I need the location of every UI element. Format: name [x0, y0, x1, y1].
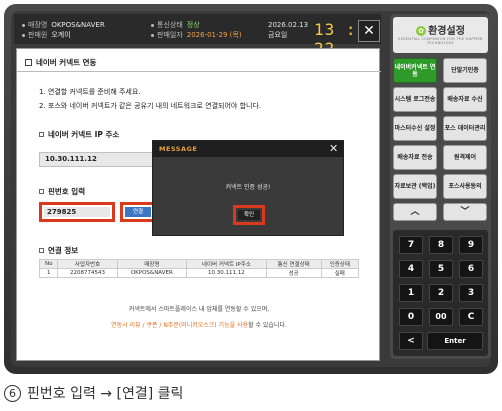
- instruction-step-1: 1. 연결할 커넥트를 준비해 주세요.: [39, 88, 141, 96]
- menu-pos-consent[interactable]: 포스사용동의: [443, 174, 487, 199]
- col-ip: 네이버 커넥트 IP주소: [186, 259, 267, 269]
- table-header-row: No 사업자번호 매장명 네이버 커넥트 IP주소 통신 연결상태 인증상태: [38, 259, 360, 269]
- bullet-square-icon: [39, 248, 44, 253]
- date-text: 2026.02.13: [268, 21, 309, 29]
- ok-button[interactable]: 확인: [238, 210, 260, 220]
- numeric-keypad: 7 8 9 4 5 6 1 2 3 0 00 C < Enter: [393, 230, 488, 356]
- page-header: 네이버 커넥트 연동: [25, 57, 96, 68]
- status-info: 통신상태 정상 판매일자 2026-01-29 (목): [151, 20, 242, 40]
- connect-button[interactable]: 연결: [125, 207, 151, 217]
- key-clear[interactable]: C: [459, 308, 483, 326]
- step-number: 6: [4, 384, 21, 402]
- col-auth-status: 인증상태: [320, 259, 360, 269]
- page-title: 네이버 커넥트 연동: [36, 58, 97, 67]
- footer-note-2: 연동시 리뷰 / 쿠폰 / N주문(미니키오스크) 기능을 사용할 수 있습니다…: [17, 320, 381, 329]
- comm-status-label: 통신상태: [157, 21, 183, 29]
- key-8[interactable]: 8: [429, 236, 453, 254]
- pin-input[interactable]: 279825: [44, 207, 110, 217]
- col-comm-status: 통신 연결상태: [265, 259, 322, 269]
- top-status-bar: 매장명 OKPOS&NAVER 판매원 오계이 통신상태 정상 판매일자 2026-01…: [14, 14, 381, 58]
- menu-naver-connect[interactable]: 네이버커넥트 연동: [393, 58, 437, 83]
- cell-biz-no: 2208774543: [57, 268, 118, 278]
- pin-highlight-box: 279825: [39, 202, 115, 222]
- owner-label: 판매원: [28, 31, 48, 39]
- col-store-name: 매장명: [116, 259, 188, 269]
- col-biz-no: 사업자번호: [57, 259, 118, 269]
- key-6[interactable]: 6: [459, 260, 483, 278]
- key-7[interactable]: 7: [399, 236, 423, 254]
- ip-section-title: 네이버 커넥트 IP 주소: [39, 129, 119, 140]
- footer-highlight: 연동시 리뷰 / 쿠폰 / N주문(미니키오스크) 기능을 사용: [111, 322, 249, 329]
- dialog-close-icon[interactable]: ✕: [329, 142, 338, 155]
- footer-rest: 할 수 있습니다.: [248, 322, 287, 329]
- current-date: 2026.02.13 금요일: [268, 20, 308, 40]
- menu-backup[interactable]: 자료보관 (백업): [393, 174, 437, 199]
- weekday-text: 금요일: [268, 31, 288, 39]
- cell-ip: 10.30.111.12: [186, 268, 267, 278]
- cell-no: 1: [38, 268, 59, 278]
- open-date-label: 판매일자: [157, 31, 183, 39]
- close-button[interactable]: ✕: [358, 20, 380, 42]
- settings-subtitle: ESSENTIAL COMPANION FOR THE HAPPIER TECH…: [398, 37, 483, 45]
- step-caption: 6 핀번호 입력 → [연결] 클릭: [4, 383, 183, 403]
- key-0[interactable]: 0: [399, 308, 423, 326]
- key-00[interactable]: 00: [429, 308, 453, 326]
- menu-pos-data[interactable]: 포스 데이터관리: [443, 116, 487, 141]
- message-dialog: MESSAGE ✕ 커넥트 인증 성공! 확인: [152, 140, 344, 236]
- settings-title-text: 환경설정: [428, 26, 465, 37]
- conn-info-label: 연결 정보: [48, 246, 79, 255]
- store-label: 매장명: [28, 21, 48, 29]
- ip-address-field[interactable]: 10.30.111.12: [39, 152, 157, 167]
- store-value: OKPOS&NAVER: [51, 21, 105, 29]
- dialog-message: 커넥트 인증 성공!: [225, 184, 271, 191]
- bullet-square-icon: [39, 132, 44, 137]
- scroll-up-button[interactable]: ︿: [393, 203, 437, 221]
- cell-store-name: OKPOS&NAVER: [116, 268, 188, 278]
- key-9[interactable]: 9: [459, 236, 483, 254]
- menu-system-log[interactable]: 시스템 로그전송: [393, 87, 437, 112]
- ip-section-label: 네이버 커넥트 IP 주소: [48, 130, 120, 139]
- table-row[interactable]: 1 2208774543 OKPOS&NAVER 10.30.111.12 성공…: [38, 268, 360, 278]
- dialog-header: MESSAGE ✕: [153, 141, 343, 157]
- instruction-step-2: 2. 포스와 네이버 커넥트가 같은 공유기 내의 네트워크로 연결되어야 합니…: [39, 102, 262, 110]
- connect-highlight-box: 연결: [120, 202, 156, 222]
- connection-info-table: No 사업자번호 매장명 네이버 커넥트 IP주소 통신 연결상태 인증상태 1…: [38, 259, 360, 278]
- gear-icon: ✿: [416, 26, 427, 36]
- header-divider: [17, 71, 381, 72]
- footer-note-1: 커넥트에서 스마트플레이스 내 업체를 연동할 수 있으며,: [128, 306, 270, 313]
- settings-panel: ✿ 환경설정 ESSENTIAL COMPANION FOR THE HAPPIE…: [390, 14, 491, 359]
- dialog-title: MESSAGE: [159, 145, 198, 153]
- key-4[interactable]: 4: [399, 260, 423, 278]
- cell-comm-status: 성공: [265, 268, 322, 278]
- key-backspace[interactable]: <: [399, 332, 423, 350]
- menu-master-settings[interactable]: 마스터수신 설정: [393, 116, 437, 141]
- key-1[interactable]: 1: [399, 284, 423, 302]
- store-info: 매장명 OKPOS&NAVER 판매원 오계이: [22, 20, 105, 40]
- menu-delivery-send[interactable]: 배송자료 전송: [393, 145, 437, 170]
- menu-remote-control[interactable]: 원격제어: [443, 145, 487, 170]
- pin-section-title: 핀번호 입력: [39, 186, 85, 197]
- section-square-icon: [25, 59, 32, 66]
- col-no: No: [38, 259, 59, 269]
- step-caption-text: 핀번호 입력 → [연결] 클릭: [27, 386, 184, 402]
- settings-logo: ✿ 환경설정 ESSENTIAL COMPANION FOR THE HAPPIE…: [393, 17, 488, 53]
- bullet-square-icon: [39, 189, 44, 194]
- settings-title: ✿ 환경설정: [393, 22, 488, 37]
- scroll-down-button[interactable]: ﹀: [443, 203, 487, 221]
- owner-value: 오계이: [51, 31, 71, 39]
- key-3[interactable]: 3: [459, 284, 483, 302]
- open-date-value: 2026-01-29 (목): [186, 31, 242, 39]
- menu-terminal-auth[interactable]: 단말기인증: [443, 58, 487, 83]
- pin-section-label: 핀번호 입력: [48, 187, 86, 196]
- cell-auth-status: 실패: [320, 268, 360, 278]
- key-2[interactable]: 2: [429, 284, 453, 302]
- comm-status-value: 정상: [186, 21, 200, 29]
- ok-highlight-box: 확인: [233, 205, 265, 225]
- key-5[interactable]: 5: [429, 260, 453, 278]
- menu-delivery-receive[interactable]: 배송자료 수신: [443, 87, 487, 112]
- key-enter[interactable]: Enter: [427, 332, 483, 350]
- conn-info-title: 연결 정보: [39, 245, 78, 256]
